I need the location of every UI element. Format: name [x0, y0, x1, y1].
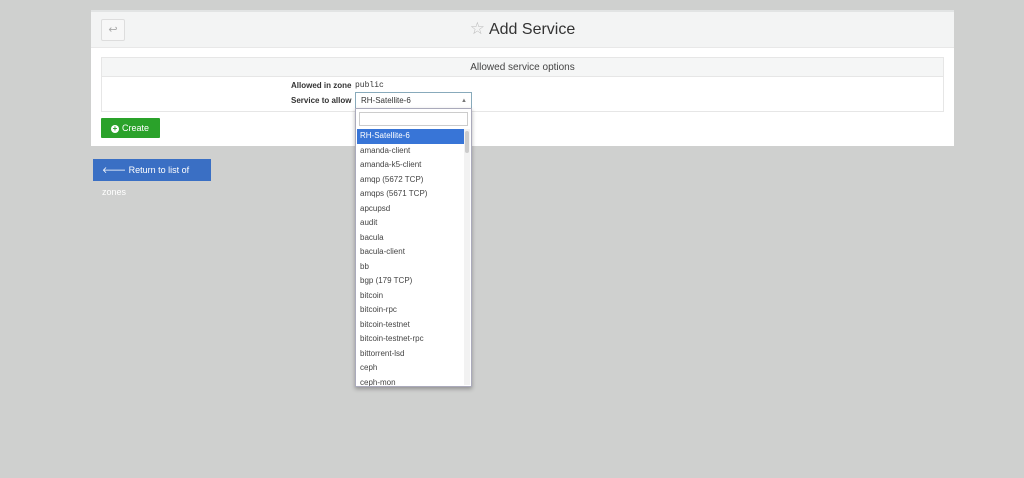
section-title: Allowed service options: [102, 58, 943, 77]
dropdown-search-input[interactable]: [359, 112, 468, 126]
plus-circle-icon: +: [111, 124, 119, 133]
dropdown-option[interactable]: amqp (5672 TCP): [357, 173, 464, 188]
star-icon[interactable]: ☆: [470, 19, 485, 38]
chevron-up-icon: ▲: [461, 98, 467, 104]
zone-value: public: [355, 81, 384, 90]
dropdown-option[interactable]: audit: [357, 216, 464, 231]
dropdown-option[interactable]: ceph: [357, 361, 464, 376]
dropdown-option[interactable]: bacula: [357, 231, 464, 246]
page-header: ↩ ☆ Add Service: [91, 12, 954, 48]
dropdown-option[interactable]: bacula-client: [357, 245, 464, 260]
dropdown-option[interactable]: apcupsd: [357, 202, 464, 217]
dropdown-option[interactable]: bitcoin-testnet-rpc: [357, 332, 464, 347]
dropdown-option[interactable]: bb: [357, 260, 464, 275]
dropdown-option[interactable]: ceph-mon: [357, 376, 464, 387]
arrow-left-icon: 🡐: [102, 165, 129, 175]
dropdown-option[interactable]: amanda-k5-client: [357, 158, 464, 173]
create-button[interactable]: + Create: [101, 118, 160, 138]
dropdown-option[interactable]: bittorrent-lsd: [357, 347, 464, 362]
dropdown-option[interactable]: RH-Satellite-6: [357, 129, 464, 144]
service-options-box: Allowed service options Allowed in zone …: [101, 57, 944, 112]
service-label: Service to allow: [291, 96, 352, 105]
dropdown-option[interactable]: bgp (179 TCP): [357, 274, 464, 289]
dropdown-list: RH-Satellite-6 amanda-client amanda-k5-cli…: [357, 129, 464, 387]
dropdown-option[interactable]: amanda-client: [357, 144, 464, 159]
dropdown-option[interactable]: bitcoin-rpc: [357, 303, 464, 318]
service-dropdown: RH-Satellite-6 amanda-client amanda-k5-cli…: [355, 108, 472, 387]
return-to-zones-button[interactable]: 🡐 Return to list of zones: [93, 159, 211, 197]
scrollbar-thumb[interactable]: [465, 131, 469, 153]
main-panel: ↩ ☆ Add Service Allowed service options A…: [91, 10, 954, 146]
zone-label: Allowed in zone: [291, 81, 352, 90]
page-title: ☆ Add Service: [469, 19, 576, 38]
dropdown-option[interactable]: amqps (5671 TCP): [357, 187, 464, 202]
dropdown-option[interactable]: bitcoin: [357, 289, 464, 304]
dropdown-option[interactable]: bitcoin-testnet: [357, 318, 464, 333]
scrollbar[interactable]: [464, 129, 470, 385]
